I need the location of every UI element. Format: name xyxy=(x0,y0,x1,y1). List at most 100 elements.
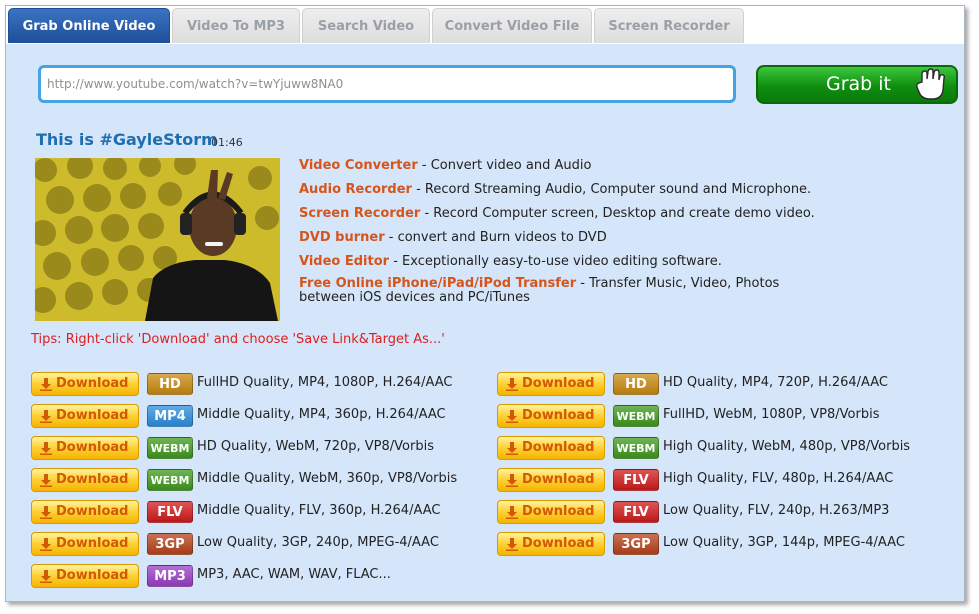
download-button[interactable]: Download xyxy=(497,372,605,396)
product-desc: - Convert video and Audio xyxy=(417,158,592,173)
download-label: Download xyxy=(522,536,595,551)
tab-video-to-mp3[interactable]: Video To MP3 xyxy=(172,8,300,43)
download-label: Download xyxy=(56,504,129,519)
tips-text: Tips: Right-click 'Download' and choose … xyxy=(31,332,445,347)
grab-it-label: Grab it xyxy=(826,73,892,95)
format-description: Middle Quality, MP4, 360p, H.264/AAC xyxy=(197,407,446,422)
download-label: Download xyxy=(522,472,595,487)
product-desc: - Record Computer screen, Desktop and cr… xyxy=(420,206,815,221)
product-item: Video Editor - Exceptionally easy-to-use… xyxy=(299,253,839,271)
tab-search-video[interactable]: Search Video xyxy=(302,8,430,43)
format-badge: WEBM xyxy=(147,437,193,459)
thumbnail-image xyxy=(35,158,280,321)
format-description: Middle Quality, WebM, 360p, VP8/Vorbis xyxy=(197,471,458,486)
product-list: Video Converter - Convert video and Audi… xyxy=(299,157,839,311)
download-button[interactable]: Download xyxy=(497,500,605,524)
tab-convert-video-file[interactable]: Convert Video File xyxy=(432,8,592,43)
download-arrow-icon xyxy=(506,474,518,487)
format-badge: MP3 xyxy=(147,565,193,587)
product-link-dvd-burner[interactable]: DVD burner xyxy=(299,230,385,245)
product-link-screen-recorder[interactable]: Screen Recorder xyxy=(299,206,420,221)
download-button[interactable]: Download xyxy=(31,468,139,492)
url-input[interactable] xyxy=(41,68,733,100)
download-label: Download xyxy=(522,408,595,423)
product-desc: - Record Streaming Audio, Computer sound… xyxy=(411,182,812,197)
format-description: High Quality, FLV, 480p, H.264/AAC xyxy=(663,471,894,486)
tab-bar: Grab Online Video Video To MP3 Search Vi… xyxy=(6,6,964,44)
product-desc: - convert and Burn videos to DVD xyxy=(384,230,607,245)
download-label: Download xyxy=(56,568,129,583)
format-badge: HD xyxy=(147,373,193,395)
format-description: HD Quality, WebM, 720p, VP8/Vorbis xyxy=(197,439,434,454)
product-item: DVD burner - convert and Burn videos to … xyxy=(299,229,839,247)
download-button[interactable]: Download xyxy=(31,564,139,588)
product-link-audio-recorder[interactable]: Audio Recorder xyxy=(299,182,412,197)
download-arrow-icon xyxy=(506,378,518,391)
product-item: Video Converter - Convert video and Audi… xyxy=(299,157,839,175)
download-button[interactable]: Download xyxy=(31,436,139,460)
grab-it-button[interactable]: Grab it xyxy=(756,65,958,104)
download-label: Download xyxy=(522,376,595,391)
download-label: Download xyxy=(56,408,129,423)
product-link-video-converter[interactable]: Video Converter xyxy=(299,158,418,173)
video-thumbnail xyxy=(35,158,280,321)
download-arrow-icon xyxy=(40,474,52,487)
product-item: Screen Recorder - Record Computer screen… xyxy=(299,205,839,223)
download-label: Download xyxy=(522,504,595,519)
format-badge: HD xyxy=(613,373,659,395)
download-arrow-icon xyxy=(40,378,52,391)
format-description: Low Quality, 3GP, 144p, MPEG-4/AAC xyxy=(663,535,905,550)
format-badge: MP4 xyxy=(147,405,193,427)
hand-cursor-icon xyxy=(916,68,946,100)
url-input-box xyxy=(38,65,736,103)
format-description: High Quality, WebM, 480p, VP8/Vorbis xyxy=(663,439,911,454)
product-desc: - Exceptionally easy-to-use video editin… xyxy=(389,254,722,269)
download-arrow-icon xyxy=(506,538,518,551)
app-window: Grab Online Video Video To MP3 Search Vi… xyxy=(5,5,965,602)
download-arrow-icon xyxy=(506,506,518,519)
format-description: Middle Quality, FLV, 360p, H.264/AAC xyxy=(197,503,441,518)
format-badge: WEBM xyxy=(613,437,659,459)
download-button[interactable]: Download xyxy=(31,372,139,396)
format-description: Low Quality, FLV, 240p, H.263/MP3 xyxy=(663,503,890,518)
video-title: This is #GayleStorm xyxy=(36,130,218,149)
format-description: FullHD, WebM, 1080P, VP8/Vorbis xyxy=(663,407,880,422)
product-link-iphone-transfer[interactable]: Free Online iPhone/iPad/iPod Transfer xyxy=(299,276,576,291)
download-button[interactable]: Download xyxy=(497,404,605,428)
format-description: FullHD Quality, MP4, 1080P, H.264/AAC xyxy=(197,375,453,390)
download-arrow-icon xyxy=(40,570,52,583)
download-arrow-icon xyxy=(506,442,518,455)
download-arrow-icon xyxy=(506,410,518,423)
download-label: Download xyxy=(56,440,129,455)
format-description: Low Quality, 3GP, 240p, MPEG-4/AAC xyxy=(197,535,439,550)
download-button[interactable]: Download xyxy=(497,436,605,460)
format-badge: 3GP xyxy=(613,533,659,555)
format-description: MP3, AAC, WAM, WAV, FLAC... xyxy=(197,567,391,582)
format-description: HD Quality, MP4, 720P, H.264/AAC xyxy=(663,375,889,390)
tab-screen-recorder[interactable]: Screen Recorder xyxy=(594,8,744,43)
download-button[interactable]: Download xyxy=(31,500,139,524)
product-link-video-editor[interactable]: Video Editor xyxy=(299,254,389,269)
video-duration: 01:46 xyxy=(211,136,243,149)
download-label: Download xyxy=(56,376,129,391)
format-badge: FLV xyxy=(613,469,659,491)
format-badge: WEBM xyxy=(147,469,193,491)
download-button[interactable]: Download xyxy=(31,404,139,428)
product-item: Free Online iPhone/iPad/iPod Transfer - … xyxy=(299,277,839,305)
download-arrow-icon xyxy=(40,506,52,519)
download-arrow-icon xyxy=(40,538,52,551)
download-button[interactable]: Download xyxy=(497,468,605,492)
download-button[interactable]: Download xyxy=(497,532,605,556)
download-label: Download xyxy=(56,472,129,487)
download-arrow-icon xyxy=(40,410,52,423)
format-badge: 3GP xyxy=(147,533,193,555)
tab-grab-online-video[interactable]: Grab Online Video xyxy=(8,8,170,43)
product-item: Audio Recorder - Record Streaming Audio,… xyxy=(299,181,839,199)
download-button[interactable]: Download xyxy=(31,532,139,556)
format-badge: FLV xyxy=(147,501,193,523)
download-label: Download xyxy=(56,536,129,551)
download-label: Download xyxy=(522,440,595,455)
download-arrow-icon xyxy=(40,442,52,455)
format-badge: FLV xyxy=(613,501,659,523)
format-badge: WEBM xyxy=(613,405,659,427)
